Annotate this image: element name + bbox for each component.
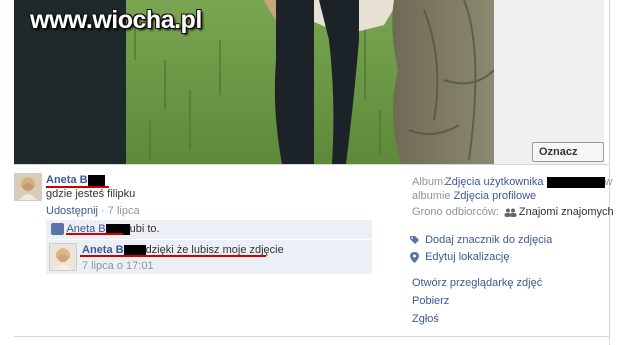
likes-box: Aneta Bubi to. [46, 220, 372, 239]
share-link[interactable]: Udostępnij [46, 205, 98, 217]
post-meta: Udostępnij · 7 lipca [46, 205, 140, 217]
album-name-link[interactable]: Zdjęcia profilowe [454, 190, 537, 202]
add-tag-link[interactable]: Dodaj znacznik do zdjęcia [425, 234, 552, 246]
post-author[interactable]: Aneta B [46, 174, 88, 186]
divider [14, 164, 610, 165]
post-author-row: Aneta B [46, 174, 105, 186]
comment-avatar[interactable] [49, 243, 77, 271]
watermark: www.wiocha.pl [30, 6, 202, 34]
location-pin-icon [410, 251, 419, 263]
album-owner-link[interactable]: Zdjęcia użytkownika [445, 176, 543, 188]
report-link[interactable]: Zgłoś [412, 313, 439, 325]
divider [14, 336, 610, 337]
avatar-image [50, 244, 76, 270]
audience-value[interactable]: Znajomi znajomych [519, 206, 614, 218]
album-owner-row: Zdjęcia użytkownika w [445, 176, 613, 188]
post-text: gdzie jesteś filipku [46, 188, 136, 200]
edit-location-link[interactable]: Edytuj lokalizację [425, 251, 509, 263]
comment-timestamp[interactable]: 7 lipca o 17:01 [82, 260, 154, 272]
redaction [87, 174, 105, 186]
avatar[interactable] [14, 173, 42, 201]
right-border [609, 0, 610, 345]
download-link[interactable]: Pobierz [412, 295, 449, 307]
audience-icon[interactable] [504, 208, 517, 217]
album-name-row: albumie Zdjęcia profilowe [412, 190, 537, 202]
tag-location-row[interactable]: Dodaj znacznik do zdjęcia [410, 234, 552, 246]
comment: Aneta Bdzięki że lubisz moje zdjęcie 7 l… [46, 240, 372, 274]
redaction [123, 244, 146, 256]
redaction [546, 176, 605, 188]
tag-icon [410, 235, 419, 245]
audience-row: Grono odbiorców: Znajomi znajomych [412, 206, 614, 218]
edit-location-row[interactable]: Edytuj lokalizację [410, 251, 509, 263]
red-underline [66, 233, 123, 235]
photo-frame[interactable]: www.wiocha.pl Oznacz zdjęcie [14, 0, 604, 164]
post-date[interactable]: 7 lipca [108, 205, 140, 217]
thumbs-up-icon [51, 223, 64, 236]
tag-photo-button[interactable]: Oznacz zdjęcie [532, 142, 604, 162]
album-label: Album: [412, 176, 447, 188]
avatar-image [15, 174, 41, 200]
red-underline [80, 255, 266, 257]
open-viewer-link[interactable]: Otwórz przeglądarkę zdjęć [412, 277, 542, 289]
